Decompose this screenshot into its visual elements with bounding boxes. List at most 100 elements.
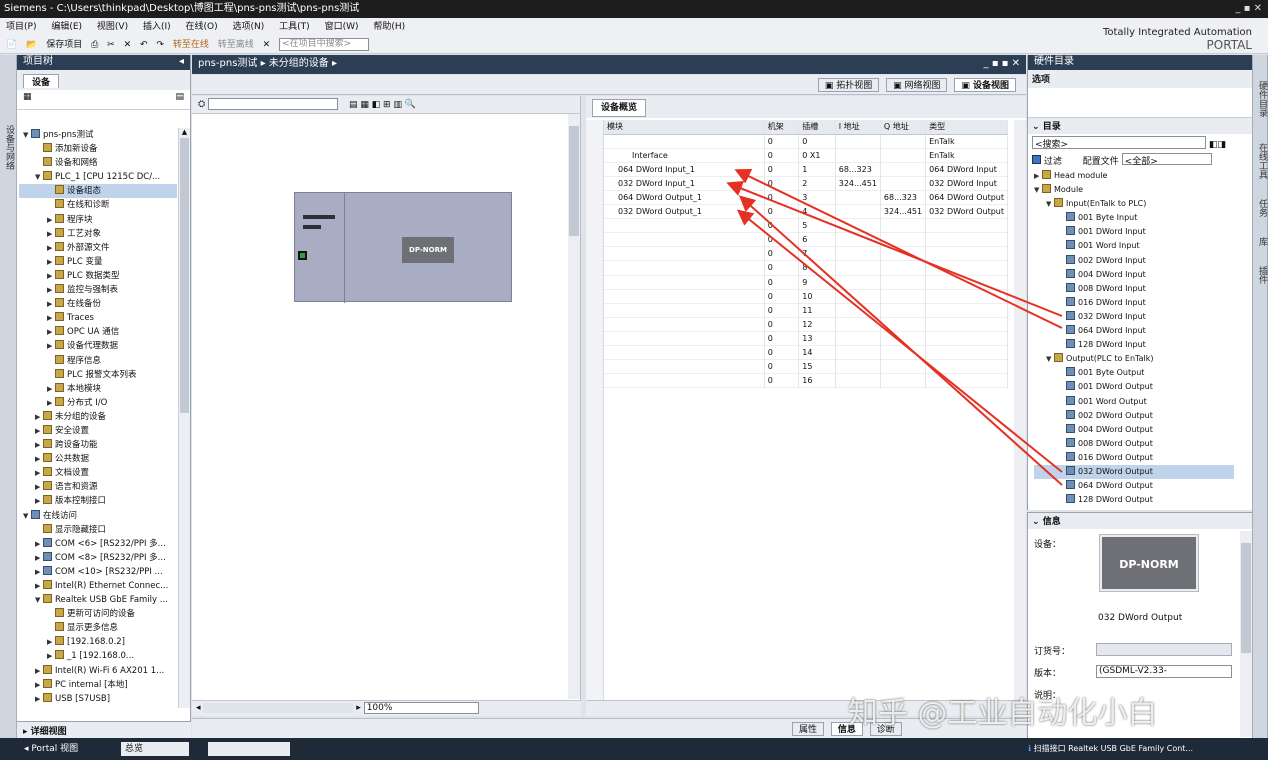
tree-item[interactable]: ▶ 跨设备功能 — [19, 438, 177, 452]
tree-item[interactable]: ▶ PLC 数据类型 — [19, 269, 177, 283]
go-offline-button[interactable]: 转至离线 — [218, 40, 254, 50]
catalog-item[interactable]: 008 DWord Input — [1034, 282, 1234, 296]
info-scrollbar[interactable] — [1240, 531, 1252, 737]
expand-toggle-icon[interactable]: ▶ — [47, 396, 55, 410]
catalog-item[interactable]: 001 Byte Output — [1034, 366, 1234, 380]
new-project-icon[interactable]: 📄 — [6, 40, 17, 50]
side-tab-addins[interactable]: 插件 — [1256, 266, 1268, 284]
overview-row[interactable]: 064 DWord Output_1 0 3 68...323 064 DWord Ou… — [604, 190, 1008, 205]
go-online-button[interactable]: 转至在线 — [173, 40, 209, 50]
expand-toggle-icon[interactable]: ▶ — [47, 635, 55, 649]
overview-row[interactable]: 032 DWord Output_1 0 4 324...451 032 DWord O… — [604, 204, 1008, 219]
overview-row[interactable]: Interface 0 0 X1 EnTalk — [604, 148, 1008, 163]
menu-edit[interactable]: 编辑(E) — [51, 22, 82, 32]
expand-toggle-icon[interactable]: ▶ — [35, 480, 43, 494]
tree-item[interactable]: ▶ COM <8> [RS232/PPI 多... — [19, 551, 177, 565]
scroll-right-icon[interactable]: ▸ — [356, 703, 361, 713]
tree-item[interactable]: ▶ 未分组的设备 — [19, 410, 177, 424]
window-controls[interactable]: _ ▪ ✕ — [1235, 0, 1262, 18]
tab-topology-view[interactable]: ▣ 拓扑视图 — [817, 78, 880, 92]
tree-item[interactable]: ▼ 在线访问 — [19, 509, 177, 523]
overview-row[interactable]: 0 13 — [604, 331, 1008, 346]
redo-icon[interactable]: ↷ — [156, 40, 164, 50]
tree-item[interactable]: ▶ 在线备份 — [19, 297, 177, 311]
catalog-item[interactable]: 004 DWord Output — [1034, 423, 1234, 437]
tree-view-icon[interactable]: ▤ — [175, 92, 184, 102]
tab-properties[interactable]: 属性 — [792, 722, 825, 736]
tree-item[interactable]: ▶ [192.168.0.2] — [19, 635, 177, 649]
expand-toggle-icon[interactable]: ▶ — [47, 325, 55, 339]
tree-item[interactable]: ▶ COM <10> [RS232/PPI ... — [19, 565, 177, 579]
tab-device-overview[interactable]: 设备概览 — [592, 99, 647, 117]
portal-view-button[interactable]: ◂ Portal 视图 — [24, 744, 78, 754]
tree-item[interactable]: ▶ 设备代理数据 — [19, 339, 177, 353]
tree-item[interactable]: 设备和网络 — [19, 156, 177, 170]
col-type[interactable]: 类型 — [925, 120, 1008, 135]
expand-toggle-icon[interactable]: ▶ — [1034, 169, 1042, 183]
tree-item[interactable]: ▶ 监控与强制表 — [19, 283, 177, 297]
tree-toolbar-icon[interactable]: ▦ — [23, 92, 32, 102]
side-tab-libraries[interactable]: 库 — [1256, 237, 1268, 246]
expand-toggle-icon[interactable]: ▼ — [1034, 183, 1042, 197]
overview-row[interactable]: 0 16 — [604, 373, 1008, 388]
expand-toggle-icon[interactable]: ▼ — [35, 593, 43, 607]
tree-item[interactable]: ▶ PLC 变量 — [19, 255, 177, 269]
tree-item[interactable]: ▶ OPC UA 通信 — [19, 325, 177, 339]
device-tree-icon[interactable]: ⛭ — [198, 100, 205, 110]
expand-toggle-icon[interactable]: ▶ — [35, 494, 43, 508]
col-rack[interactable]: 机架 — [764, 120, 800, 135]
search-next-icon[interactable]: ◨ — [1217, 140, 1226, 150]
overview-row[interactable]: 0 14 — [604, 345, 1008, 360]
expand-toggle-icon[interactable]: ▶ — [47, 269, 55, 283]
expand-toggle-icon[interactable]: ▶ — [47, 311, 55, 325]
expand-toggle-icon[interactable]: ▶ — [35, 537, 43, 551]
overview-row[interactable]: 08 — [604, 260, 1008, 276]
expand-toggle-icon[interactable]: ▶ — [35, 452, 43, 466]
catalog-item[interactable]: 001 DWord Input — [1034, 225, 1234, 239]
catalog-item[interactable]: ▼ Input(EnTalk to PLC) — [1034, 197, 1234, 211]
catalog-item[interactable]: 001 Byte Input — [1034, 211, 1234, 225]
tree-item[interactable]: ▶ 分布式 I/O — [19, 396, 177, 410]
collapse-icon[interactable]: ◂ — [179, 55, 184, 69]
expand-toggle-icon[interactable]: ▶ — [47, 241, 55, 255]
config-file-select[interactable]: <全部> — [1121, 153, 1212, 167]
close-icon[interactable]: ✕ — [263, 40, 271, 50]
filter-checkbox[interactable] — [1032, 155, 1041, 164]
tree-item[interactable]: ▶ USB [S7USB] — [19, 692, 177, 706]
tree-item[interactable]: ▼ PLC_1 [CPU 1215C DC/... — [19, 170, 177, 184]
version-select[interactable]: (GSDML-V2.33- — [1096, 665, 1232, 678]
overview-row[interactable]: 0 15 — [604, 359, 1008, 374]
menu-window[interactable]: 窗口(W) — [325, 22, 359, 32]
overview-row[interactable]: 0 10 — [604, 289, 1008, 304]
catalog-item[interactable]: 016 DWord Output — [1034, 451, 1234, 465]
catalog-item[interactable]: ▶ Head module — [1034, 169, 1234, 183]
catalog-section-header[interactable]: ⌄ 目录 — [1028, 118, 1252, 134]
tree-item[interactable]: ▶ 安全设置 — [19, 424, 177, 438]
rack-device[interactable]: DP-NORM — [294, 192, 512, 303]
tree-item[interactable]: 添加新设备 — [19, 142, 177, 156]
catalog-item[interactable]: 016 DWord Input — [1034, 296, 1234, 310]
tree-item[interactable]: ▶ PC internal [本地] — [19, 678, 177, 692]
expand-toggle-icon[interactable]: ▶ — [47, 297, 55, 311]
project-search-input[interactable]: <在项目中搜索> — [279, 38, 370, 51]
catalog-item[interactable]: 002 DWord Output — [1034, 409, 1234, 423]
overview-row[interactable]: 0 12 — [604, 317, 1008, 332]
catalog-item[interactable]: 001 Word Output — [1034, 395, 1234, 409]
save-project-button[interactable]: 保存项目 — [46, 40, 82, 50]
zoom-level-select[interactable]: 100% — [363, 702, 479, 714]
overview-row[interactable]: 0 11 — [604, 303, 1008, 318]
tree-item[interactable]: ▶ 语言和资源 — [19, 480, 177, 494]
view-tools-icons[interactable]: ▤ ▦ ◧ ⊞ ▥ — [349, 100, 402, 110]
open-project-icon[interactable]: 📂 — [26, 40, 37, 50]
expand-toggle-icon[interactable]: ▶ — [47, 382, 55, 396]
expand-toggle-icon[interactable]: ▶ — [35, 551, 43, 565]
overview-row[interactable]: 05 — [604, 218, 1008, 233]
tree-item[interactable]: 程序信息 — [19, 354, 177, 368]
overview-row[interactable]: 032 DWord Input_1 0 2 324...451 032 DWord In… — [604, 176, 1008, 191]
expand-toggle-icon[interactable]: ▼ — [23, 128, 31, 142]
tree-item[interactable]: ▶ Intel(R) Ethernet Connec... — [19, 579, 177, 593]
tree-item[interactable]: 显示更多信息 — [19, 621, 177, 635]
overview-row[interactable]: 09 — [604, 275, 1008, 290]
expand-toggle-icon[interactable]: ▶ — [47, 283, 55, 297]
scroll-left-icon[interactable]: ◂ — [196, 703, 201, 713]
